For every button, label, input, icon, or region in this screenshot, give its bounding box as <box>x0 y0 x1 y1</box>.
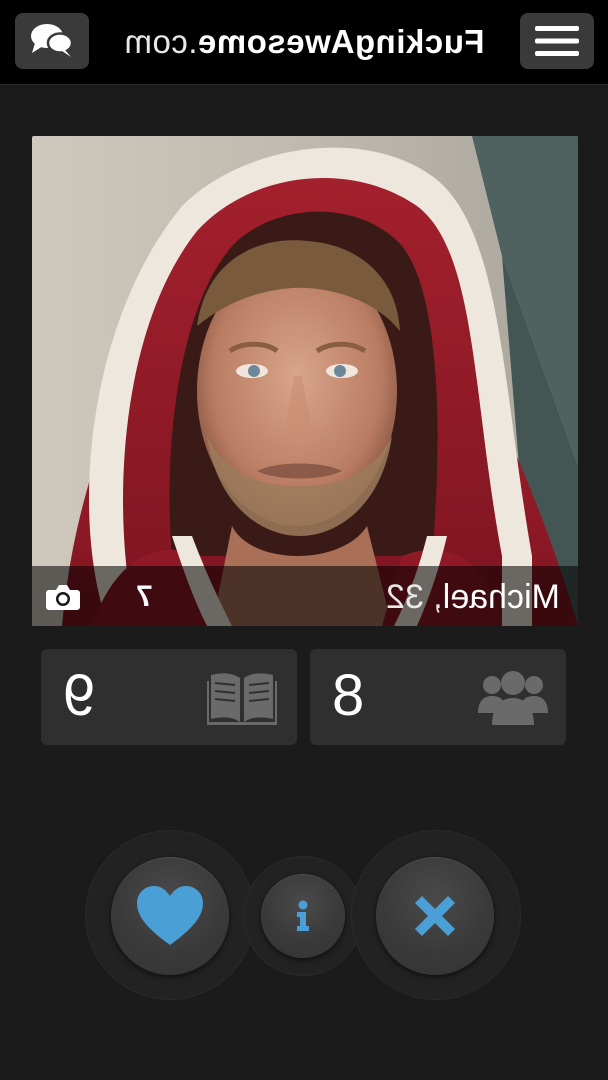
book-icon <box>207 669 277 732</box>
heart-icon <box>137 886 203 945</box>
profile-name-age: Michael, 32 <box>386 578 560 617</box>
dislike-button[interactable] <box>376 857 494 975</box>
brand-logo[interactable]: FuckingAwesome.com <box>110 22 498 62</box>
hamburger-menu-icon <box>535 26 579 56</box>
info-icon <box>297 900 309 931</box>
profile-photo[interactable]: 7 Michael, 32 <box>32 136 578 626</box>
photo-count: 7 <box>136 580 153 613</box>
profile-name: Michael <box>442 578 560 616</box>
chat-bubbles-icon <box>31 24 74 57</box>
stat-card-interests[interactable]: 9 <box>41 649 297 745</box>
like-button[interactable] <box>111 857 229 975</box>
top-bar: FuckingAwesome.com <box>0 0 608 85</box>
photo-caption-bar: 7 Michael, 32 <box>32 566 578 626</box>
brand-domain: .com <box>123 23 198 60</box>
menu-button[interactable] <box>520 13 594 69</box>
info-button[interactable] <box>261 874 345 958</box>
stat-interests-value: 9 <box>63 663 96 728</box>
brand-name: FuckingAwesome <box>197 23 485 60</box>
profile-photo-image <box>32 136 578 626</box>
camera-icon[interactable] <box>46 584 80 615</box>
group-icon <box>478 669 548 730</box>
profile-age: , 32 <box>386 578 443 616</box>
stat-card-friends[interactable]: 8 <box>310 649 566 745</box>
stat-friends-value: 8 <box>332 663 365 728</box>
chat-button[interactable] <box>15 13 89 69</box>
close-x-icon <box>415 896 455 936</box>
